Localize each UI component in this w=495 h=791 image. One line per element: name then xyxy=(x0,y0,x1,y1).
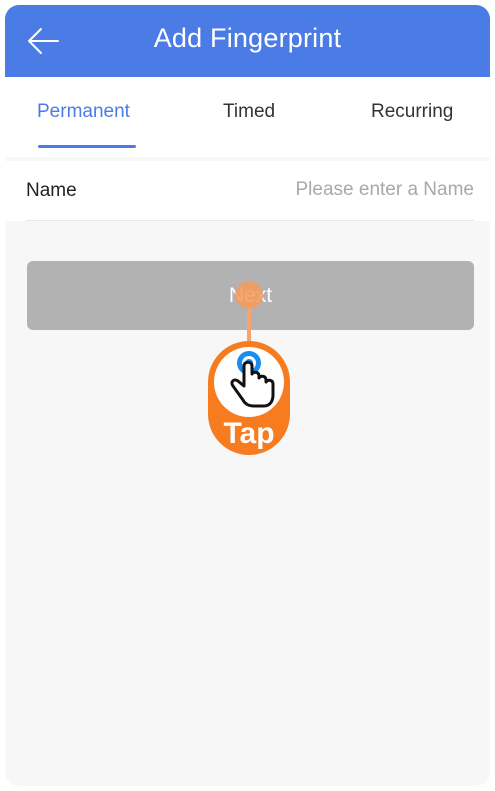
page-title: Add Fingerprint xyxy=(153,23,342,53)
app-header: Add Fingerprint xyxy=(5,5,490,77)
active-tab-indicator xyxy=(38,145,136,148)
field-divider xyxy=(26,220,474,221)
tab-recurring[interactable]: Recurring xyxy=(371,101,453,123)
name-field-row: Name xyxy=(5,161,490,221)
app-screen: Add Fingerprint Permanent Timed Recurrin… xyxy=(5,5,490,786)
next-button[interactable]: Next xyxy=(27,261,474,330)
tab-permanent[interactable]: Permanent xyxy=(37,101,130,123)
name-input[interactable] xyxy=(214,173,474,207)
name-label: Name xyxy=(26,180,77,201)
tab-timed[interactable]: Timed xyxy=(223,101,275,123)
